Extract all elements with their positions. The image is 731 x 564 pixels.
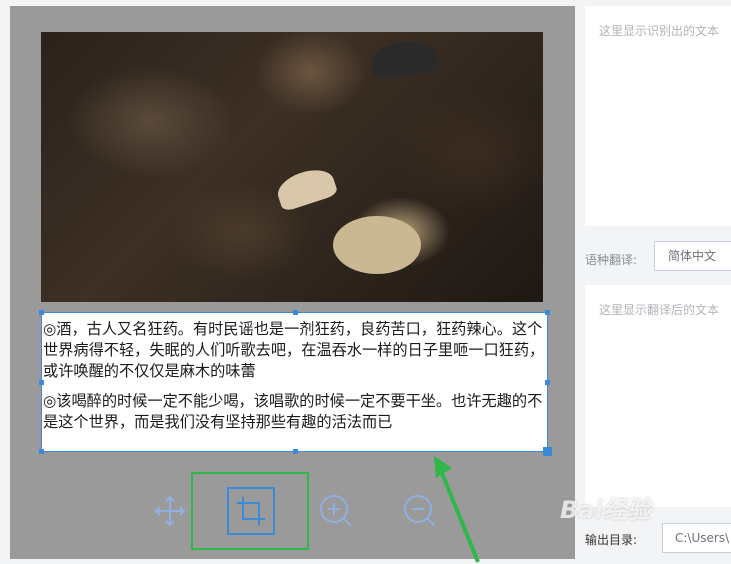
move-icon bbox=[154, 495, 186, 527]
resize-handle-tc[interactable] bbox=[293, 310, 298, 315]
toolbar bbox=[10, 472, 575, 552]
photo-drum bbox=[333, 216, 421, 274]
ocr-paragraph-1: ◎酒，古人又名狂药。有时民谣也是一剂狂药，良药苦口，狂药辣心。这个世界病得不轻，… bbox=[43, 320, 545, 380]
resize-handle-tl[interactable] bbox=[39, 310, 44, 315]
output-dir-label: 输出目录: bbox=[585, 533, 638, 547]
move-tool-button[interactable] bbox=[148, 472, 192, 550]
crop-tool-button[interactable] bbox=[226, 472, 276, 550]
resize-handle-br[interactable] bbox=[543, 447, 552, 456]
ocr-output-area[interactable]: 这里显示识别出的文本 bbox=[585, 6, 731, 226]
right-panel: 这里显示识别出的文本 语种翻译: 简体中文 这里显示翻译后的文本 输出目录: C… bbox=[575, 0, 731, 559]
resize-handle-bc[interactable] bbox=[293, 449, 298, 454]
language-label: 语种翻译: bbox=[585, 253, 638, 267]
translation-output-area[interactable]: 这里显示翻译后的文本 bbox=[585, 285, 731, 507]
crop-icon bbox=[237, 497, 265, 525]
baidu-jingyan-watermark: Bai经验 bbox=[560, 496, 651, 524]
translation-placeholder: 这里显示翻译后的文本 bbox=[599, 303, 720, 317]
resize-handle-mr[interactable] bbox=[545, 380, 550, 385]
photo-cap-2 bbox=[368, 37, 440, 81]
image-canvas[interactable]: ◎酒，古人又名狂药。有时民谣也是一剂狂药，良药苦口，狂药辣心。这个世界病得不轻，… bbox=[10, 6, 575, 563]
zoom-in-button[interactable] bbox=[316, 472, 356, 550]
ocr-paragraph-2: ◎该喝醉的时候一定不能少喝，该唱歌的时候一定不要干坐。也许无趣的不是这个世界，而… bbox=[43, 392, 543, 431]
resize-handle-ml[interactable] bbox=[39, 380, 44, 385]
zoom-out-icon bbox=[404, 495, 436, 527]
language-select[interactable]: 简体中文 bbox=[654, 241, 731, 271]
resize-handle-bl[interactable] bbox=[39, 449, 44, 454]
ocr-placeholder: 这里显示识别出的文本 bbox=[599, 24, 720, 38]
resize-handle-tr[interactable] bbox=[545, 310, 550, 315]
photo bbox=[41, 32, 543, 302]
photo-cap-1 bbox=[273, 163, 339, 213]
output-dir-field[interactable]: C:\Users\ bbox=[662, 523, 731, 553]
zoom-in-icon bbox=[320, 495, 352, 527]
recognized-text-box[interactable]: ◎酒，古人又名狂药。有时民谣也是一剂狂药，良药苦口，狂药辣心。这个世界病得不轻，… bbox=[39, 310, 552, 456]
zoom-out-button[interactable] bbox=[400, 472, 440, 550]
crop-tool-frame bbox=[227, 487, 275, 535]
